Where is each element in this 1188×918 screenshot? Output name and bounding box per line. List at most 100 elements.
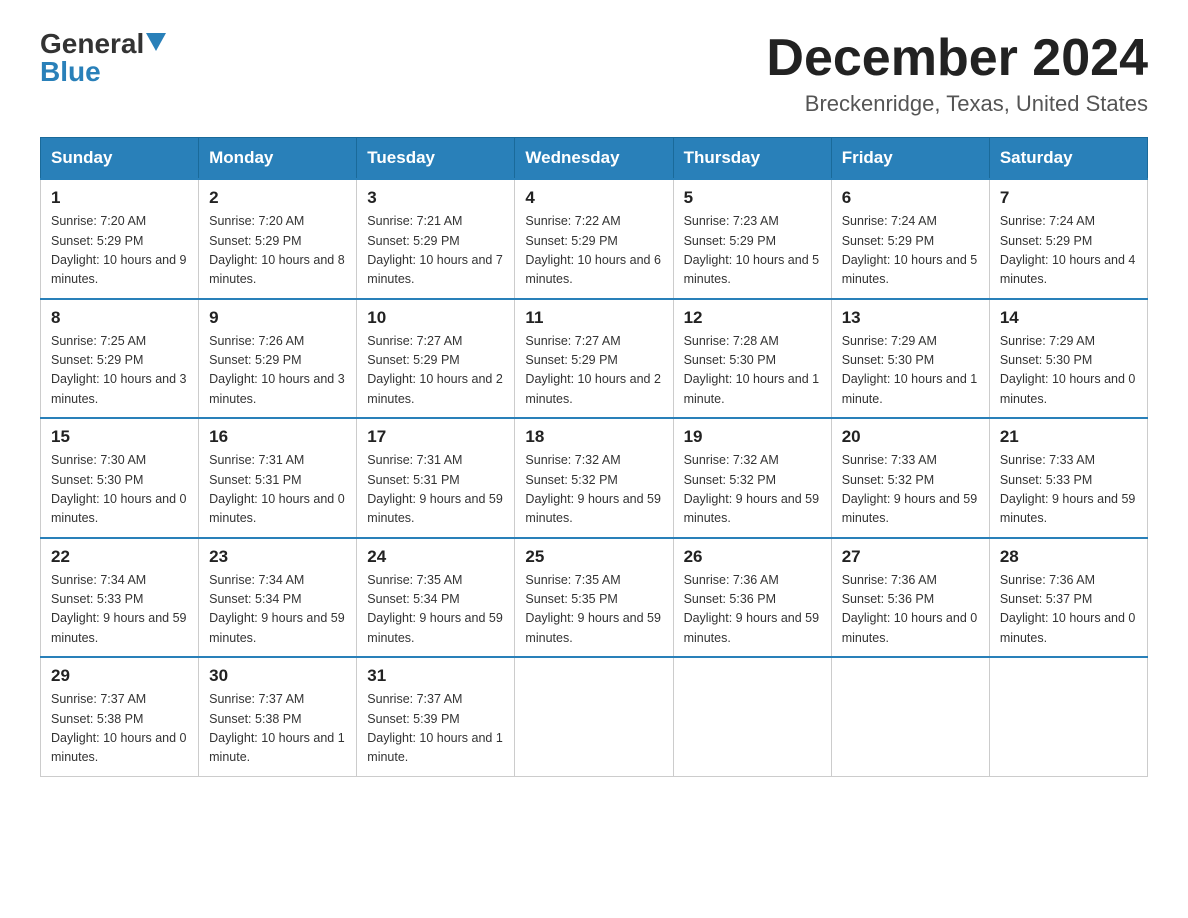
calendar-cell: 12Sunrise: 7:28 AMSunset: 5:30 PMDayligh… bbox=[673, 299, 831, 419]
day-info: Sunrise: 7:33 AMSunset: 5:33 PMDaylight:… bbox=[1000, 451, 1137, 529]
day-number: 10 bbox=[367, 308, 504, 328]
day-number: 17 bbox=[367, 427, 504, 447]
day-number: 21 bbox=[1000, 427, 1137, 447]
calendar-cell: 22 Sunrise: 7:34 AMSunset: 5:33 PMDayligh… bbox=[41, 538, 199, 658]
day-number: 24 bbox=[367, 547, 504, 567]
calendar-cell: 7 Sunrise: 7:24 AMSunset: 5:29 PMDaylight… bbox=[989, 179, 1147, 299]
calendar-cell: 21 Sunrise: 7:33 AMSunset: 5:33 PMDayligh… bbox=[989, 418, 1147, 538]
day-info: Sunrise: 7:29 AMSunset: 5:30 PMDaylight:… bbox=[842, 332, 979, 410]
month-title: December 2024 bbox=[766, 30, 1148, 87]
calendar-cell: 23 Sunrise: 7:34 AMSunset: 5:34 PMDayligh… bbox=[199, 538, 357, 658]
day-number: 30 bbox=[209, 666, 346, 686]
calendar-cell: 25 Sunrise: 7:35 AMSunset: 5:35 PMDayligh… bbox=[515, 538, 673, 658]
calendar-cell: 13Sunrise: 7:29 AMSunset: 5:30 PMDayligh… bbox=[831, 299, 989, 419]
day-info: Sunrise: 7:32 AMSunset: 5:32 PMDaylight:… bbox=[684, 451, 821, 529]
calendar-table: SundayMondayTuesdayWednesdayThursdayFrid… bbox=[40, 137, 1148, 777]
day-info: Sunrise: 7:34 AMSunset: 5:34 PMDaylight:… bbox=[209, 571, 346, 649]
day-header-sunday: Sunday bbox=[41, 138, 199, 180]
day-info: Sunrise: 7:36 AMSunset: 5:36 PMDaylight:… bbox=[842, 571, 979, 649]
day-info: Sunrise: 7:35 AMSunset: 5:35 PMDaylight:… bbox=[525, 571, 662, 649]
day-number: 25 bbox=[525, 547, 662, 567]
week-row-5: 29 Sunrise: 7:37 AMSunset: 5:38 PMDayligh… bbox=[41, 657, 1148, 776]
calendar-cell: 31 Sunrise: 7:37 AMSunset: 5:39 PMDayligh… bbox=[357, 657, 515, 776]
day-number: 18 bbox=[525, 427, 662, 447]
day-info: Sunrise: 7:34 AMSunset: 5:33 PMDaylight:… bbox=[51, 571, 188, 649]
calendar-cell: 9 Sunrise: 7:26 AMSunset: 5:29 PMDaylight… bbox=[199, 299, 357, 419]
calendar-cell bbox=[515, 657, 673, 776]
calendar-cell: 28 Sunrise: 7:36 AMSunset: 5:37 PMDayligh… bbox=[989, 538, 1147, 658]
calendar-cell: 26Sunrise: 7:36 AMSunset: 5:36 PMDayligh… bbox=[673, 538, 831, 658]
calendar-cell: 5Sunrise: 7:23 AMSunset: 5:29 PMDaylight… bbox=[673, 179, 831, 299]
day-info: Sunrise: 7:22 AMSunset: 5:29 PMDaylight:… bbox=[525, 212, 662, 290]
day-info: Sunrise: 7:30 AMSunset: 5:30 PMDaylight:… bbox=[51, 451, 188, 529]
day-info: Sunrise: 7:37 AMSunset: 5:39 PMDaylight:… bbox=[367, 690, 504, 768]
day-info: Sunrise: 7:27 AMSunset: 5:29 PMDaylight:… bbox=[525, 332, 662, 410]
day-header-monday: Monday bbox=[199, 138, 357, 180]
week-row-3: 15Sunrise: 7:30 AMSunset: 5:30 PMDayligh… bbox=[41, 418, 1148, 538]
week-row-1: 1Sunrise: 7:20 AMSunset: 5:29 PMDaylight… bbox=[41, 179, 1148, 299]
day-number: 23 bbox=[209, 547, 346, 567]
location-title: Breckenridge, Texas, United States bbox=[766, 91, 1148, 117]
day-info: Sunrise: 7:28 AMSunset: 5:30 PMDaylight:… bbox=[684, 332, 821, 410]
day-info: Sunrise: 7:26 AMSunset: 5:29 PMDaylight:… bbox=[209, 332, 346, 410]
calendar-cell: 24 Sunrise: 7:35 AMSunset: 5:34 PMDayligh… bbox=[357, 538, 515, 658]
day-info: Sunrise: 7:27 AMSunset: 5:29 PMDaylight:… bbox=[367, 332, 504, 410]
day-header-wednesday: Wednesday bbox=[515, 138, 673, 180]
day-info: Sunrise: 7:21 AMSunset: 5:29 PMDaylight:… bbox=[367, 212, 504, 290]
day-number: 9 bbox=[209, 308, 346, 328]
calendar-cell: 11 Sunrise: 7:27 AMSunset: 5:29 PMDayligh… bbox=[515, 299, 673, 419]
day-header-thursday: Thursday bbox=[673, 138, 831, 180]
day-number: 31 bbox=[367, 666, 504, 686]
day-info: Sunrise: 7:36 AMSunset: 5:37 PMDaylight:… bbox=[1000, 571, 1137, 649]
day-info: Sunrise: 7:32 AMSunset: 5:32 PMDaylight:… bbox=[525, 451, 662, 529]
day-number: 1 bbox=[51, 188, 188, 208]
day-number: 4 bbox=[525, 188, 662, 208]
calendar-cell: 4 Sunrise: 7:22 AMSunset: 5:29 PMDaylight… bbox=[515, 179, 673, 299]
day-info: Sunrise: 7:29 AMSunset: 5:30 PMDaylight:… bbox=[1000, 332, 1137, 410]
day-info: Sunrise: 7:37 AMSunset: 5:38 PMDaylight:… bbox=[209, 690, 346, 768]
day-info: Sunrise: 7:24 AMSunset: 5:29 PMDaylight:… bbox=[1000, 212, 1137, 290]
calendar-cell: 1Sunrise: 7:20 AMSunset: 5:29 PMDaylight… bbox=[41, 179, 199, 299]
calendar-cell: 16 Sunrise: 7:31 AMSunset: 5:31 PMDayligh… bbox=[199, 418, 357, 538]
calendar-cell bbox=[673, 657, 831, 776]
calendar-cell: 14 Sunrise: 7:29 AMSunset: 5:30 PMDayligh… bbox=[989, 299, 1147, 419]
day-header-tuesday: Tuesday bbox=[357, 138, 515, 180]
page-header: General Blue December 2024 Breckenridge,… bbox=[40, 30, 1148, 117]
day-number: 3 bbox=[367, 188, 504, 208]
calendar-cell: 8Sunrise: 7:25 AMSunset: 5:29 PMDaylight… bbox=[41, 299, 199, 419]
day-headers-row: SundayMondayTuesdayWednesdayThursdayFrid… bbox=[41, 138, 1148, 180]
calendar-cell: 17 Sunrise: 7:31 AMSunset: 5:31 PMDayligh… bbox=[357, 418, 515, 538]
calendar-cell: 18 Sunrise: 7:32 AMSunset: 5:32 PMDayligh… bbox=[515, 418, 673, 538]
day-info: Sunrise: 7:31 AMSunset: 5:31 PMDaylight:… bbox=[367, 451, 504, 529]
calendar-cell: 2Sunrise: 7:20 AMSunset: 5:29 PMDaylight… bbox=[199, 179, 357, 299]
calendar-cell: 20Sunrise: 7:33 AMSunset: 5:32 PMDayligh… bbox=[831, 418, 989, 538]
day-info: Sunrise: 7:24 AMSunset: 5:29 PMDaylight:… bbox=[842, 212, 979, 290]
day-number: 19 bbox=[684, 427, 821, 447]
calendar-cell: 3 Sunrise: 7:21 AMSunset: 5:29 PMDaylight… bbox=[357, 179, 515, 299]
day-number: 28 bbox=[1000, 547, 1137, 567]
day-header-friday: Friday bbox=[831, 138, 989, 180]
logo-blue-text: Blue bbox=[40, 58, 101, 86]
day-info: Sunrise: 7:25 AMSunset: 5:29 PMDaylight:… bbox=[51, 332, 188, 410]
day-number: 14 bbox=[1000, 308, 1137, 328]
calendar-cell: 27 Sunrise: 7:36 AMSunset: 5:36 PMDayligh… bbox=[831, 538, 989, 658]
title-area: December 2024 Breckenridge, Texas, Unite… bbox=[766, 30, 1148, 117]
day-number: 7 bbox=[1000, 188, 1137, 208]
day-number: 11 bbox=[525, 308, 662, 328]
day-info: Sunrise: 7:31 AMSunset: 5:31 PMDaylight:… bbox=[209, 451, 346, 529]
calendar-cell: 10 Sunrise: 7:27 AMSunset: 5:29 PMDayligh… bbox=[357, 299, 515, 419]
day-number: 6 bbox=[842, 188, 979, 208]
day-info: Sunrise: 7:23 AMSunset: 5:29 PMDaylight:… bbox=[684, 212, 821, 290]
day-number: 29 bbox=[51, 666, 188, 686]
day-info: Sunrise: 7:36 AMSunset: 5:36 PMDaylight:… bbox=[684, 571, 821, 649]
day-number: 16 bbox=[209, 427, 346, 447]
day-number: 27 bbox=[842, 547, 979, 567]
day-number: 22 bbox=[51, 547, 188, 567]
calendar-cell: 30 Sunrise: 7:37 AMSunset: 5:38 PMDayligh… bbox=[199, 657, 357, 776]
day-info: Sunrise: 7:35 AMSunset: 5:34 PMDaylight:… bbox=[367, 571, 504, 649]
calendar-cell: 6 Sunrise: 7:24 AMSunset: 5:29 PMDaylight… bbox=[831, 179, 989, 299]
calendar-cell bbox=[831, 657, 989, 776]
day-info: Sunrise: 7:33 AMSunset: 5:32 PMDaylight:… bbox=[842, 451, 979, 529]
day-number: 2 bbox=[209, 188, 346, 208]
logo-triangle-icon bbox=[146, 33, 166, 51]
